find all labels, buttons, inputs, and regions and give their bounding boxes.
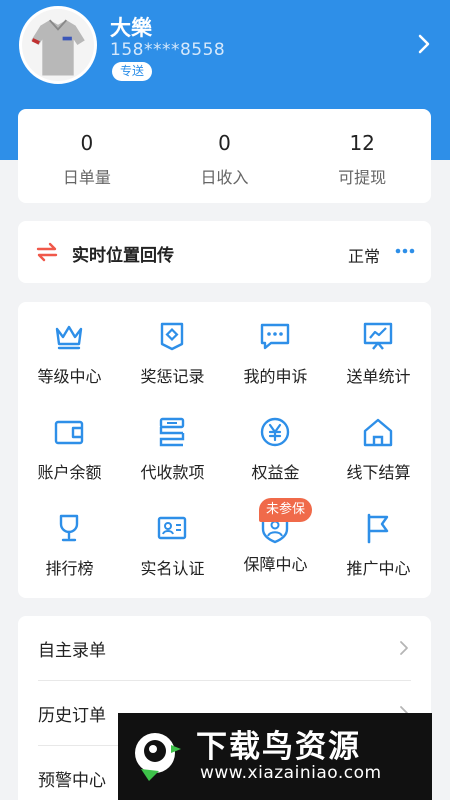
chart-board-icon (363, 322, 393, 350)
trophy-icon (59, 514, 79, 542)
grid-item-label: 权益金 (251, 463, 300, 482)
location-status: 正常 (348, 247, 381, 266)
grid-item-real-name-auth[interactable]: 实名认证 (121, 494, 224, 590)
chat-bubble-icon (260, 323, 290, 350)
menu-item-label: 预警中心 (38, 771, 106, 791)
transfer-arrows-icon (36, 242, 58, 262)
watermark-banner: 下载鸟资源 www.xiazainiao.com (118, 713, 432, 800)
wallet-icon (54, 420, 84, 445)
grid-item-label: 排行榜 (45, 559, 94, 578)
grid-item-level-center[interactable]: 等级中心 (18, 302, 121, 398)
shield-doc-icon (160, 322, 184, 351)
yuan-coin-icon (260, 417, 290, 447)
grid-item-label: 线下结算 (346, 463, 411, 482)
stat-daily-income[interactable]: 0 日收入 (156, 109, 294, 203)
grid-item-label: 等级中心 (37, 367, 102, 386)
menu-item-label: 自主录单 (38, 641, 106, 661)
grid-item-label: 代收款项 (140, 463, 205, 482)
stats-card: 0 日单量 0 日收入 12 可提现 (18, 109, 431, 203)
delivery-type-badge: 专送 (112, 62, 153, 81)
user-phone: 158****8558 (110, 40, 226, 60)
grid-item-label: 账户余额 (37, 463, 102, 482)
location-report-card[interactable]: 实时位置回传 正常 (18, 221, 431, 283)
grid-item-leaderboard[interactable]: 排行榜 (18, 494, 121, 590)
grid-item-rewards-record[interactable]: 奖惩记录 (121, 302, 224, 398)
flag-icon (367, 513, 389, 544)
watermark-title: 下载鸟资源 (196, 729, 361, 765)
grid-item-label: 送单统计 (346, 367, 411, 386)
location-title: 实时位置回传 (72, 246, 174, 266)
grid-item-label: 推广中心 (346, 559, 411, 578)
chevron-right-icon[interactable] (414, 34, 434, 54)
stat-label: 日单量 (62, 168, 111, 187)
stat-withdrawable[interactable]: 12 可提现 (293, 109, 431, 203)
stat-value: 0 (80, 131, 94, 155)
user-name: 大樂 (110, 16, 152, 40)
watermark-url: www.xiazainiao.com (200, 763, 382, 783)
chevron-right-icon (400, 641, 408, 655)
feature-grid: 等级中心 奖惩记录 我的申诉 送单统计 账户余额 代收款项 权益金 线下结算 排… (18, 302, 431, 598)
avatar[interactable] (19, 6, 97, 84)
grid-item-offline-settlement[interactable]: 线下结算 (327, 398, 430, 494)
grid-item-my-appeals[interactable]: 我的申诉 (224, 302, 327, 398)
grid-item-collections[interactable]: 代收款项 (121, 398, 224, 494)
stack-coins-icon (159, 417, 185, 447)
stat-label: 日收入 (200, 168, 249, 187)
grid-item-label: 我的申诉 (243, 367, 308, 386)
stat-daily-orders[interactable]: 0 日单量 (18, 109, 156, 203)
grid-item-label: 保障中心 (243, 555, 308, 574)
bird-logo-icon (135, 733, 181, 781)
more-dots-icon[interactable] (395, 244, 415, 258)
grid-item-delivery-stats[interactable]: 送单统计 (327, 302, 430, 398)
polo-shirt-avatar (22, 9, 94, 81)
grid-item-account-balance[interactable]: 账户余额 (18, 398, 121, 494)
stat-value: 12 (349, 131, 375, 155)
menu-item-manual-entry[interactable]: 自主录单 (18, 616, 431, 680)
grid-item-equity-fund[interactable]: 权益金 (224, 398, 327, 494)
insurance-status-badge: 未参保 (259, 498, 313, 522)
grid-item-promotion-center[interactable]: 推广中心 (327, 494, 430, 590)
crown-icon (55, 325, 83, 350)
menu-item-label: 历史订单 (38, 706, 106, 726)
grid-item-label: 实名认证 (140, 559, 205, 578)
grid-item-label: 奖惩记录 (140, 367, 205, 386)
stat-label: 可提现 (338, 168, 387, 187)
stat-value: 0 (218, 131, 231, 155)
home-icon (363, 418, 393, 447)
id-card-icon (157, 516, 187, 540)
